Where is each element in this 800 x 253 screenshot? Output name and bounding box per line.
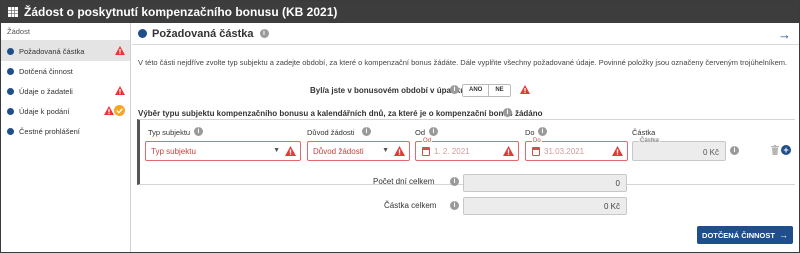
info-icon[interactable]: i xyxy=(503,108,512,117)
info-icon[interactable]: i xyxy=(259,29,269,38)
from-date-value: 1. 2. 2021 xyxy=(434,147,470,156)
window-title: Žádost o poskytnutí kompenzačního bonusu… xyxy=(24,5,338,19)
subject-type-value: Typ subjektu xyxy=(151,147,196,156)
warning-triangle-icon xyxy=(394,146,405,156)
chevron-down-icon: ▼ xyxy=(273,147,280,154)
days-total-label: Počet dní celkem xyxy=(373,177,435,186)
arrow-right-icon: → xyxy=(778,230,788,240)
subject-section-title: Výběr typu subjektu kompenzačního bonusu… xyxy=(138,109,543,118)
sidebar-item-cestne-prohlaseni[interactable]: Čestné prohlášení xyxy=(1,121,130,141)
info-icon[interactable]: i xyxy=(429,127,438,136)
sidebar-item-udaje-k-podani[interactable]: Údaje k podání xyxy=(1,101,130,121)
from-date-legend: Od xyxy=(422,138,433,145)
chevron-down-icon: ▼ xyxy=(382,147,389,154)
sidebar-item-dotcena-cinnost[interactable]: Dotčená činnost xyxy=(1,61,130,81)
no-option[interactable]: NE xyxy=(488,85,510,96)
check-circle-icon xyxy=(114,105,125,116)
info-icon[interactable]: i xyxy=(362,127,371,136)
column-label-reason: Důvod žádosti xyxy=(307,128,355,137)
main-panel: Požadovaná částka i → V této části nejdř… xyxy=(132,23,799,252)
question-label: Byl/a jste v bonusovém období v úpadku xyxy=(310,86,466,95)
warning-triangle-icon xyxy=(115,86,125,95)
trash-icon[interactable] xyxy=(771,145,779,155)
info-icon[interactable]: i xyxy=(730,146,739,155)
intro-text: V této části nejdříve zvolte typ subjekt… xyxy=(138,58,788,67)
to-date-legend: Do xyxy=(532,138,542,145)
next-step-label: DOTČENÁ ČINNOST xyxy=(702,230,775,240)
column-label-subject-type: Typ subjektu xyxy=(148,128,191,137)
column-label-from: Od xyxy=(415,128,426,137)
next-step-button[interactable]: DOTČENÁ ČINNOST → xyxy=(697,226,793,244)
reason-value: Důvod žádosti xyxy=(313,147,364,156)
step-dot-icon xyxy=(7,87,14,95)
to-date-value: 31.03.2021 xyxy=(544,147,585,156)
reason-select[interactable]: Důvod žádosti ▼ xyxy=(307,141,410,161)
step-dot-icon xyxy=(7,127,14,135)
amount-value: 0 Kč xyxy=(702,148,719,157)
sidebar-item-pozadovana-castka[interactable]: Požadovaná částka xyxy=(1,41,130,61)
amount-total-label: Částka celkem xyxy=(384,201,437,210)
step-dot-icon xyxy=(138,29,147,38)
sidebar-item-label: Dotčená činnost xyxy=(19,66,73,76)
column-label-to: Do xyxy=(525,128,535,137)
amount-field: Částka 0 Kč xyxy=(632,138,726,161)
warning-triangle-icon xyxy=(285,146,296,156)
section-header: Požadovaná částka i → xyxy=(132,23,799,45)
column-label-amount: Částka xyxy=(632,128,656,137)
sidebar-item-label: Údaje o žadateli xyxy=(19,86,73,96)
warning-triangle-icon xyxy=(104,106,114,115)
warning-triangle-icon xyxy=(612,146,623,156)
page-title: Požadovaná částka xyxy=(152,27,254,40)
sidebar-item-label: Čestné prohlášení xyxy=(19,126,80,136)
add-row-button[interactable]: + xyxy=(781,145,791,155)
info-icon[interactable]: i xyxy=(450,201,459,210)
sidebar-item-udaje-o-zadateli[interactable]: Údaje o žadateli xyxy=(1,81,130,101)
calendar-icon[interactable] xyxy=(532,147,540,156)
info-icon[interactable]: i xyxy=(450,85,459,94)
to-date-field[interactable]: Do 31.03.2021 xyxy=(525,138,628,161)
yes-no-toggle[interactable]: ANO NE xyxy=(462,84,511,97)
sidebar: Žádost Požadovaná částka Dotčená činnost… xyxy=(1,23,131,252)
sidebar-heading: Žádost xyxy=(1,23,130,41)
sidebar-item-label: Údaje k podání xyxy=(19,106,70,116)
days-total-field: 0 xyxy=(463,174,627,192)
subject-type-select[interactable]: Typ subjektu ▼ xyxy=(145,141,301,161)
info-icon[interactable]: i xyxy=(450,177,459,186)
yes-option[interactable]: ANO xyxy=(463,85,489,96)
info-icon[interactable]: i xyxy=(538,127,547,136)
amount-total-value: 0 Kč xyxy=(603,202,620,211)
warning-triangle-icon xyxy=(503,146,514,156)
warning-triangle-icon xyxy=(520,85,530,94)
warning-triangle-icon xyxy=(115,46,125,55)
days-total-value: 0 xyxy=(615,179,620,188)
step-dot-icon xyxy=(7,67,14,75)
from-date-field[interactable]: Od 1. 2. 2021 xyxy=(415,138,519,161)
info-icon[interactable]: i xyxy=(194,127,203,136)
step-dot-icon xyxy=(7,107,14,115)
arrow-right-icon[interactable]: → xyxy=(778,27,791,42)
step-dot-icon xyxy=(7,47,14,55)
sidebar-item-label: Požadovaná částka xyxy=(19,46,85,56)
application-window: Žádost o poskytnutí kompenzačního bonusu… xyxy=(0,0,800,253)
amount-legend: Částka xyxy=(639,138,660,145)
calendar-icon[interactable] xyxy=(422,147,430,156)
title-bar: Žádost o poskytnutí kompenzačního bonusu… xyxy=(1,1,799,23)
amount-total-field: 0 Kč xyxy=(463,197,627,215)
grid-icon xyxy=(8,7,18,17)
bankruptcy-question: Byl/a jste v bonusovém období v úpadku i… xyxy=(132,84,799,98)
